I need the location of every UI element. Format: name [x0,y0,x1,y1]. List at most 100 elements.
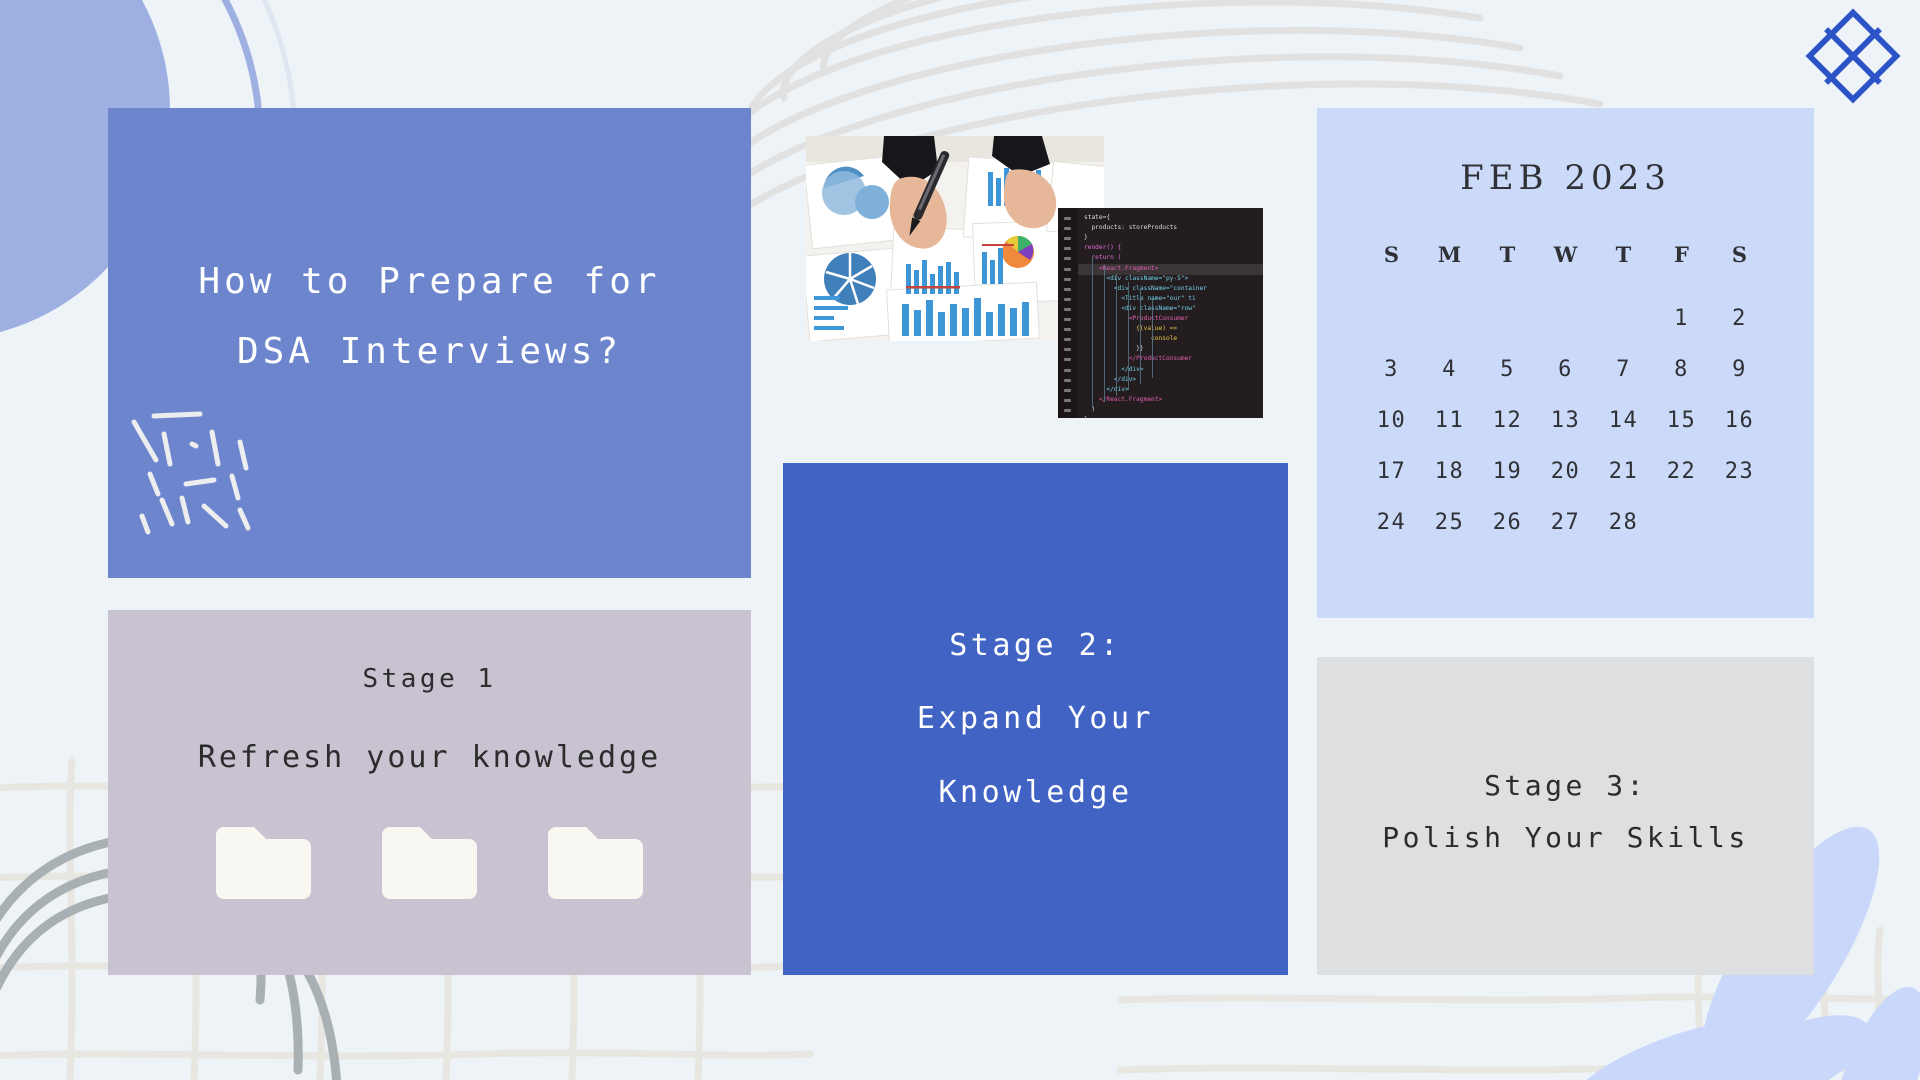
calendar-day-header: T [1615,242,1632,267]
calendar-day-cell[interactable]: 14 [1595,395,1653,446]
gutter-line-number [1064,348,1071,352]
editor-gutter [1058,208,1078,418]
stage2-text: Stage 2: Expand Your Knowledge [917,609,1154,830]
stage1-subtitle: Refresh your knowledge [197,740,662,775]
gutter-line-number [1064,257,1071,261]
calendar-day-header: T [1499,242,1516,267]
code-line: </React.Fragment> [1084,395,1163,403]
indent-guide [1140,290,1141,384]
react-code-editor-photo: state={ products: storeProducts} render()… [1058,208,1263,418]
calendar-grid: SMTWTFS 1 2 3 4 5 6 7 8 9 10 11 12 13 14 15 16 17 18 19 20 2… [1363,242,1769,548]
stage2-line-1: Stage 2: [949,627,1122,663]
calendar-empty-cell [1595,293,1653,344]
calendar-day-cell[interactable]: 26 [1479,497,1537,548]
calendar-day-cell[interactable]: 2 [1711,293,1769,344]
gutter-line-number [1064,388,1071,392]
gutter-line-number [1064,277,1071,281]
gutter-line-number [1064,318,1071,321]
code-line: </div> [1084,385,1129,393]
calendar-day-cell[interactable]: 10 [1363,395,1421,446]
calendar-empty-cell [1421,293,1479,344]
indent-guide [1092,258,1093,408]
calendar-title: FEB 2023 [1460,158,1671,198]
gutter-line-number [1064,338,1071,342]
calendar-day-cell[interactable]: 18 [1421,446,1479,497]
calendar-day-cell[interactable]: 3 [1363,344,1421,395]
calendar-day-cell[interactable]: 25 [1421,497,1479,548]
sparkle-burst-icon [131,411,251,535]
code-line: </ProductConsumer [1084,355,1193,363]
folder-icon-3[interactable] [548,827,643,899]
code-line: return ( [1084,254,1122,262]
gutter-line-number [1064,358,1071,362]
gutter-line-number [1064,217,1071,220]
stage1-card: Stage 1 Refresh your knowledge [108,610,751,975]
code-line: render() { [1084,244,1122,252]
title-card: How to Prepare for DSA Interviews? [108,108,751,578]
calendar-day-cell[interactable]: 9 [1711,344,1769,395]
calendar-day-cell[interactable]: 8 [1653,344,1711,395]
gutter-line-number [1064,368,1071,372]
calendar-day-cell[interactable]: 22 [1653,446,1711,497]
calendar-day-cell[interactable]: 12 [1479,395,1537,446]
calendar-day-cell[interactable]: 20 [1537,446,1595,497]
calendar-day-header: S [1731,242,1748,267]
calendar-day-cell[interactable]: 19 [1479,446,1537,497]
calendar-empty-cell [1537,293,1595,344]
code-line: <ProductConsumer [1084,315,1189,322]
code-line: <div className="container [1084,284,1207,292]
title-line-2: DSA Interviews? [236,331,623,372]
calendar-day-cell[interactable]: 28 [1595,497,1653,548]
code-line: <React.Fragment> [1084,264,1159,272]
gutter-line-number [1064,287,1071,291]
folder-icon-2[interactable] [382,827,477,899]
gutter-line-number [1064,297,1071,301]
code-line: state={ [1084,214,1111,221]
calendar-day-cell[interactable]: 5 [1479,344,1537,395]
calendar-day-cell[interactable]: 4 [1421,344,1479,395]
gutter-line-number [1064,328,1071,332]
calendar-day-cell[interactable]: 6 [1537,344,1595,395]
code-line: {(value) => [1084,325,1178,333]
code-line: ) [1084,405,1096,413]
page-title: How to Prepare for DSA Interviews? [198,247,660,387]
code-line: } [1084,234,1088,242]
calendar-day-cell[interactable]: 21 [1595,446,1653,497]
calendar-day-header: W [1553,242,1578,267]
calendar-day-header: F [1674,242,1689,267]
gutter-line-number [1064,267,1071,271]
calendar-card: FEB 2023 SMTWTFS 1 2 3 4 5 6 7 8 9 10 11 12 13 14 15 16… [1317,108,1814,618]
gutter-line-number [1064,247,1071,251]
stage3-line-1: Stage 3: [1484,769,1647,803]
calendar-day-cell[interactable]: 16 [1711,395,1769,446]
calendar-day-header: M [1437,242,1462,267]
indent-guide [1152,298,1153,378]
gutter-line-number [1064,398,1071,402]
calendar-day-cell[interactable]: 17 [1363,446,1421,497]
calendar-day-cell[interactable]: 7 [1595,344,1653,395]
stage2-card: Stage 2: Expand Your Knowledge [783,463,1288,975]
calendar-day-cell[interactable]: 11 [1421,395,1479,446]
folder-icon-1[interactable] [216,827,311,899]
calendar-day-cell[interactable]: 27 [1537,497,1595,548]
stage3-card: Stage 3: Polish Your Skills [1317,657,1814,975]
calendar-day-cell[interactable]: 23 [1711,446,1769,497]
stage2-line-3: Knowledge [938,774,1133,810]
gutter-line-number [1064,227,1071,231]
stage1-heading: Stage 1 [362,664,497,694]
indent-guide [1128,282,1129,390]
code-line: } [1084,416,1088,418]
calendar-day-cell[interactable]: 13 [1537,395,1595,446]
gutter-line-number [1064,237,1071,241]
gutter-line-number [1064,307,1071,311]
calendar-day-cell[interactable]: 24 [1363,497,1421,548]
stage3-line-2: Polish Your Skills [1382,821,1749,854]
gutter-line-number [1064,378,1071,382]
code-line: console [1084,335,1178,343]
code-line: <div className="py-5"> [1084,274,1189,282]
calendar-empty-cell [1363,293,1421,344]
slide-canvas: How to Prepare for DSA Interviews? Stage… [0,0,1920,1080]
calendar-day-cell[interactable]: 15 [1653,395,1711,446]
calendar-day-cell[interactable]: 1 [1653,293,1711,344]
indent-guide [1116,274,1117,396]
